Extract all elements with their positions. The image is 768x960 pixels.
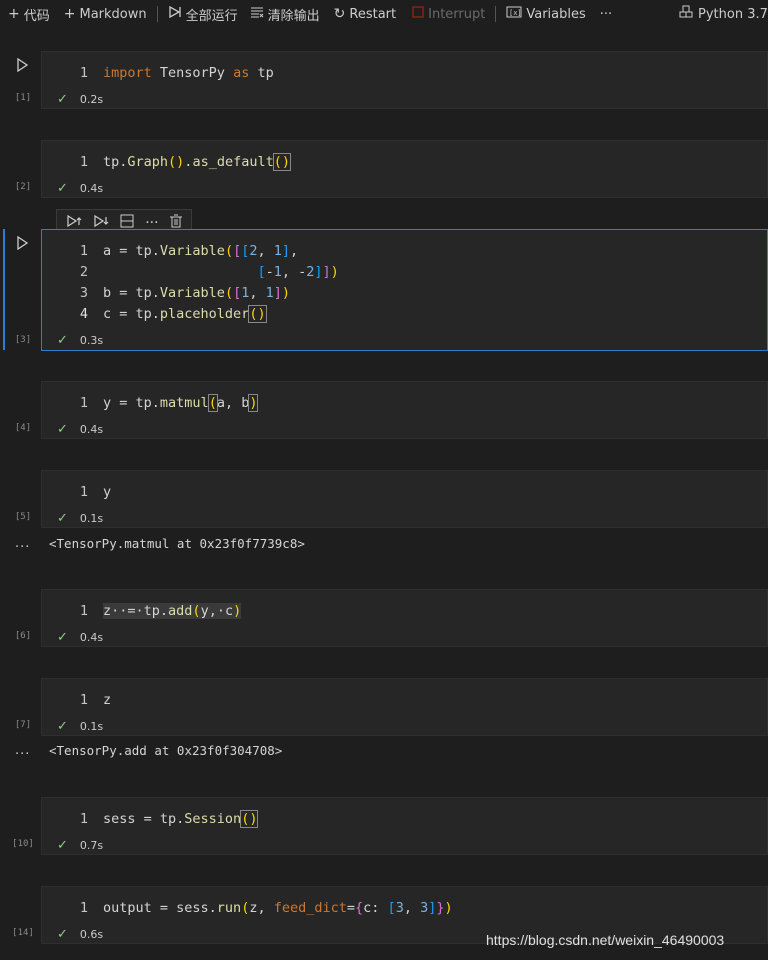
- clear-output-button[interactable]: 清除输出: [250, 5, 320, 24]
- run-all-icon: [168, 5, 182, 23]
- execution-count: [6]: [14, 631, 32, 641]
- execution-count: [14]: [12, 928, 34, 938]
- execution-count: [4]: [14, 423, 32, 433]
- cell-status: ✓ 0.4s: [57, 180, 103, 196]
- execution-count: [1]: [14, 93, 32, 103]
- notebook-toolbar: + 代码 + Markdown 全部运行 清除输出 ↻ Restart Inte…: [0, 0, 768, 28]
- code-line[interactable]: 4c = tp.placeholder(): [62, 304, 267, 324]
- code-line[interactable]: 1 import TensorPy as tp: [62, 63, 274, 83]
- execution-count: [3]: [14, 335, 32, 345]
- kernel-label: Python 3.7.9: [698, 6, 768, 22]
- check-icon: ✓: [57, 926, 68, 942]
- execution-count: [2]: [14, 182, 32, 192]
- check-icon: ✓: [57, 421, 68, 437]
- cell-box: [41, 470, 768, 528]
- exec-time: 0.4s: [79, 422, 104, 436]
- check-icon: ✓: [57, 629, 68, 645]
- selection-bar: [3, 229, 5, 350]
- exec-time: 0.3s: [79, 333, 104, 347]
- cell-output: <TensorPy.matmul at 0x23f0f7739c8>: [49, 536, 305, 551]
- cell-status: ✓ 0.1s: [57, 510, 103, 526]
- exec-time: 0.4s: [79, 181, 104, 195]
- exec-time: 0.2s: [79, 92, 104, 106]
- exec-time: 0.1s: [79, 719, 104, 733]
- run-all-label: 全部运行: [185, 8, 238, 24]
- more-icon: ···: [599, 6, 613, 22]
- code-line[interactable]: 1z: [62, 690, 111, 710]
- toolbar-divider: [156, 6, 158, 22]
- cell-status: ✓ 0.1s: [57, 718, 103, 734]
- output-menu-icon[interactable]: ...: [15, 743, 30, 758]
- add-code-label: 代码: [23, 8, 50, 24]
- svg-text:[x]: [x]: [509, 9, 522, 17]
- plus-icon: +: [8, 6, 20, 22]
- add-markdown-button[interactable]: + Markdown: [64, 6, 147, 22]
- clear-output-label: 清除输出: [267, 8, 320, 24]
- add-code-button[interactable]: + 代码: [8, 5, 50, 24]
- plus-icon: +: [63, 6, 76, 22]
- run-cell-icon[interactable]: [15, 57, 29, 73]
- stop-icon: [412, 6, 424, 22]
- check-icon: ✓: [57, 180, 68, 196]
- variables-label: Variables: [526, 6, 586, 22]
- code-line[interactable]: 1 output = sess.run(z, feed_dict={c: [3, …: [62, 898, 453, 918]
- execution-count: [10]: [12, 839, 34, 849]
- code-line[interactable]: 2 [-1, -2]]): [62, 262, 339, 282]
- exec-time: 0.4s: [79, 630, 104, 644]
- restart-button[interactable]: ↻ Restart: [334, 6, 396, 22]
- execution-count: [7]: [14, 720, 32, 730]
- clear-all-icon: [250, 5, 264, 23]
- kernel-icon: [679, 5, 693, 23]
- check-icon: ✓: [57, 91, 68, 107]
- more-actions-button[interactable]: ···: [600, 7, 612, 22]
- check-icon: ✓: [57, 332, 68, 348]
- exec-time: 0.6s: [79, 927, 104, 941]
- cell-box: [41, 678, 768, 736]
- exec-time: 0.7s: [79, 838, 104, 852]
- restart-label: Restart: [349, 6, 397, 22]
- code-line[interactable]: 1y = tp.matmul(a, b): [62, 393, 259, 413]
- run-all-button[interactable]: 全部运行: [168, 5, 238, 24]
- cell-status: ✓ 0.4s: [57, 629, 103, 645]
- variables-button[interactable]: [x] Variables: [506, 5, 586, 23]
- cell-status: ✓ 0.7s: [57, 837, 103, 853]
- kernel-picker[interactable]: Python 3.7.9: [679, 0, 768, 28]
- execution-count: [5]: [14, 512, 32, 522]
- check-icon: ✓: [57, 718, 68, 734]
- code-line[interactable]: 1a = tp.Variable([[2, 1],: [62, 241, 298, 261]
- code-line[interactable]: 1y: [62, 482, 111, 502]
- output-menu-icon[interactable]: ...: [15, 536, 30, 551]
- check-icon: ✓: [57, 837, 68, 853]
- interrupt-button[interactable]: Interrupt: [412, 6, 485, 22]
- cell-status: ✓ 0.3s: [57, 332, 103, 348]
- exec-time: 0.1s: [79, 511, 104, 525]
- run-cell-icon[interactable]: [15, 235, 29, 251]
- code-line[interactable]: 1 z··=·tp.add(y,·c): [62, 601, 242, 621]
- add-markdown-label: Markdown: [79, 6, 147, 22]
- cell-status: ✓ 0.4s: [57, 421, 103, 437]
- restart-icon: ↻: [333, 6, 346, 22]
- toolbar-divider: [495, 6, 497, 22]
- cell-status: ✓ 0.2s: [57, 91, 103, 107]
- code-line[interactable]: 1 tp.Graph().as_default(): [62, 152, 292, 172]
- code-line[interactable]: 1 sess = tp.Session(): [62, 809, 259, 829]
- interrupt-label: Interrupt: [428, 6, 486, 22]
- variables-icon: [x]: [506, 5, 522, 23]
- code-line[interactable]: 3b = tp.Variable([1, 1]): [62, 283, 290, 303]
- cell-status: ✓ 0.6s: [57, 926, 103, 942]
- watermark: https://blog.csdn.net/weixin_46490003: [486, 932, 725, 948]
- cell-output: <TensorPy.add at 0x23f0f304708>: [49, 743, 283, 758]
- check-icon: ✓: [57, 510, 68, 526]
